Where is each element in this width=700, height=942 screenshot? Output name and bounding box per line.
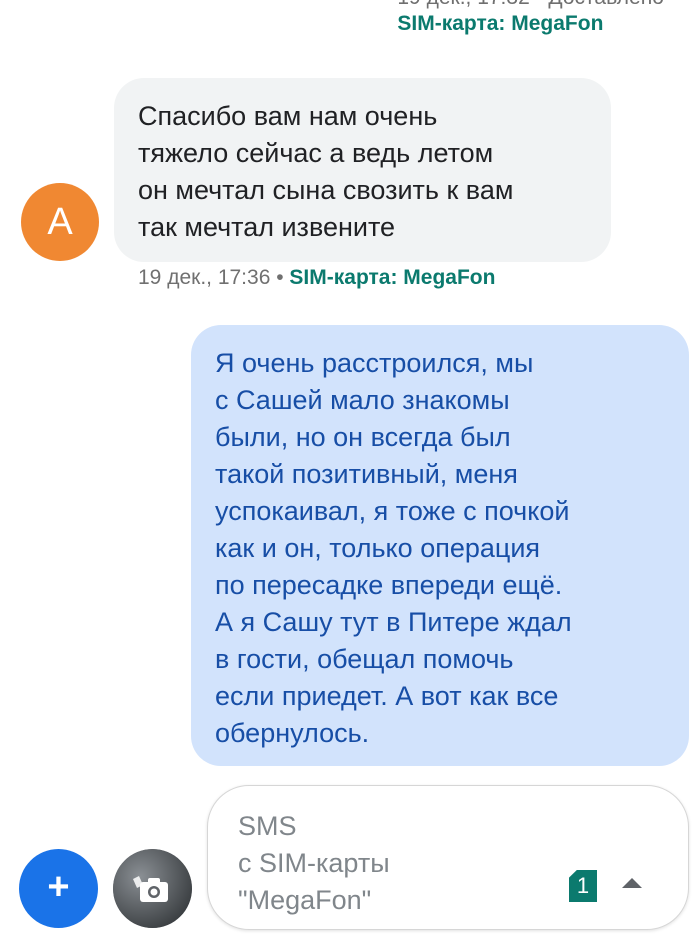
outgoing-message-text: Я очень расстроился, мы с Сашей мало зна… [215,348,572,748]
previous-message-sim: SIM-карта: MegaFon [397,12,604,35]
outgoing-message-bubble[interactable]: Я очень расстроился, мы с Сашей мало зна… [191,325,689,766]
incoming-message-bubble[interactable]: Спасибо вам нам очень тяжело сейчас а ве… [114,78,611,262]
incoming-message-text: Спасибо вам нам очень тяжело сейчас а ве… [138,101,514,242]
contact-avatar[interactable]: A [21,183,99,261]
compose-placeholder: SMS с SIM-карты "MegaFon" [238,811,390,915]
conversation-screen: 19 дек., 17:32 · Доставлено SIM-карта: M… [0,0,700,942]
camera-button[interactable] [113,849,192,928]
previous-message-meta: 19 дек., 17:32 · Доставлено SIM-карта: M… [397,0,664,36]
incoming-message-time: 19 дек., 17:36 [138,266,271,289]
add-attachment-button[interactable]: + [19,849,98,928]
incoming-message-meta: 19 дек., 17:36 • SIM-карта: MegaFon [138,266,495,290]
sms-compose-field[interactable]: SMS с SIM-карты "MegaFon" 1 [207,785,689,930]
add-icon: + [47,866,70,908]
sim-card-icon[interactable]: 1 [569,870,597,902]
chevron-up-icon[interactable] [622,878,642,888]
camera-icon [113,849,192,928]
meta-separator: • [276,266,284,289]
incoming-message-sim: SIM-карта: MegaFon [289,266,496,289]
previous-message-status: 19 дек., 17:32 · Доставлено [397,0,664,10]
